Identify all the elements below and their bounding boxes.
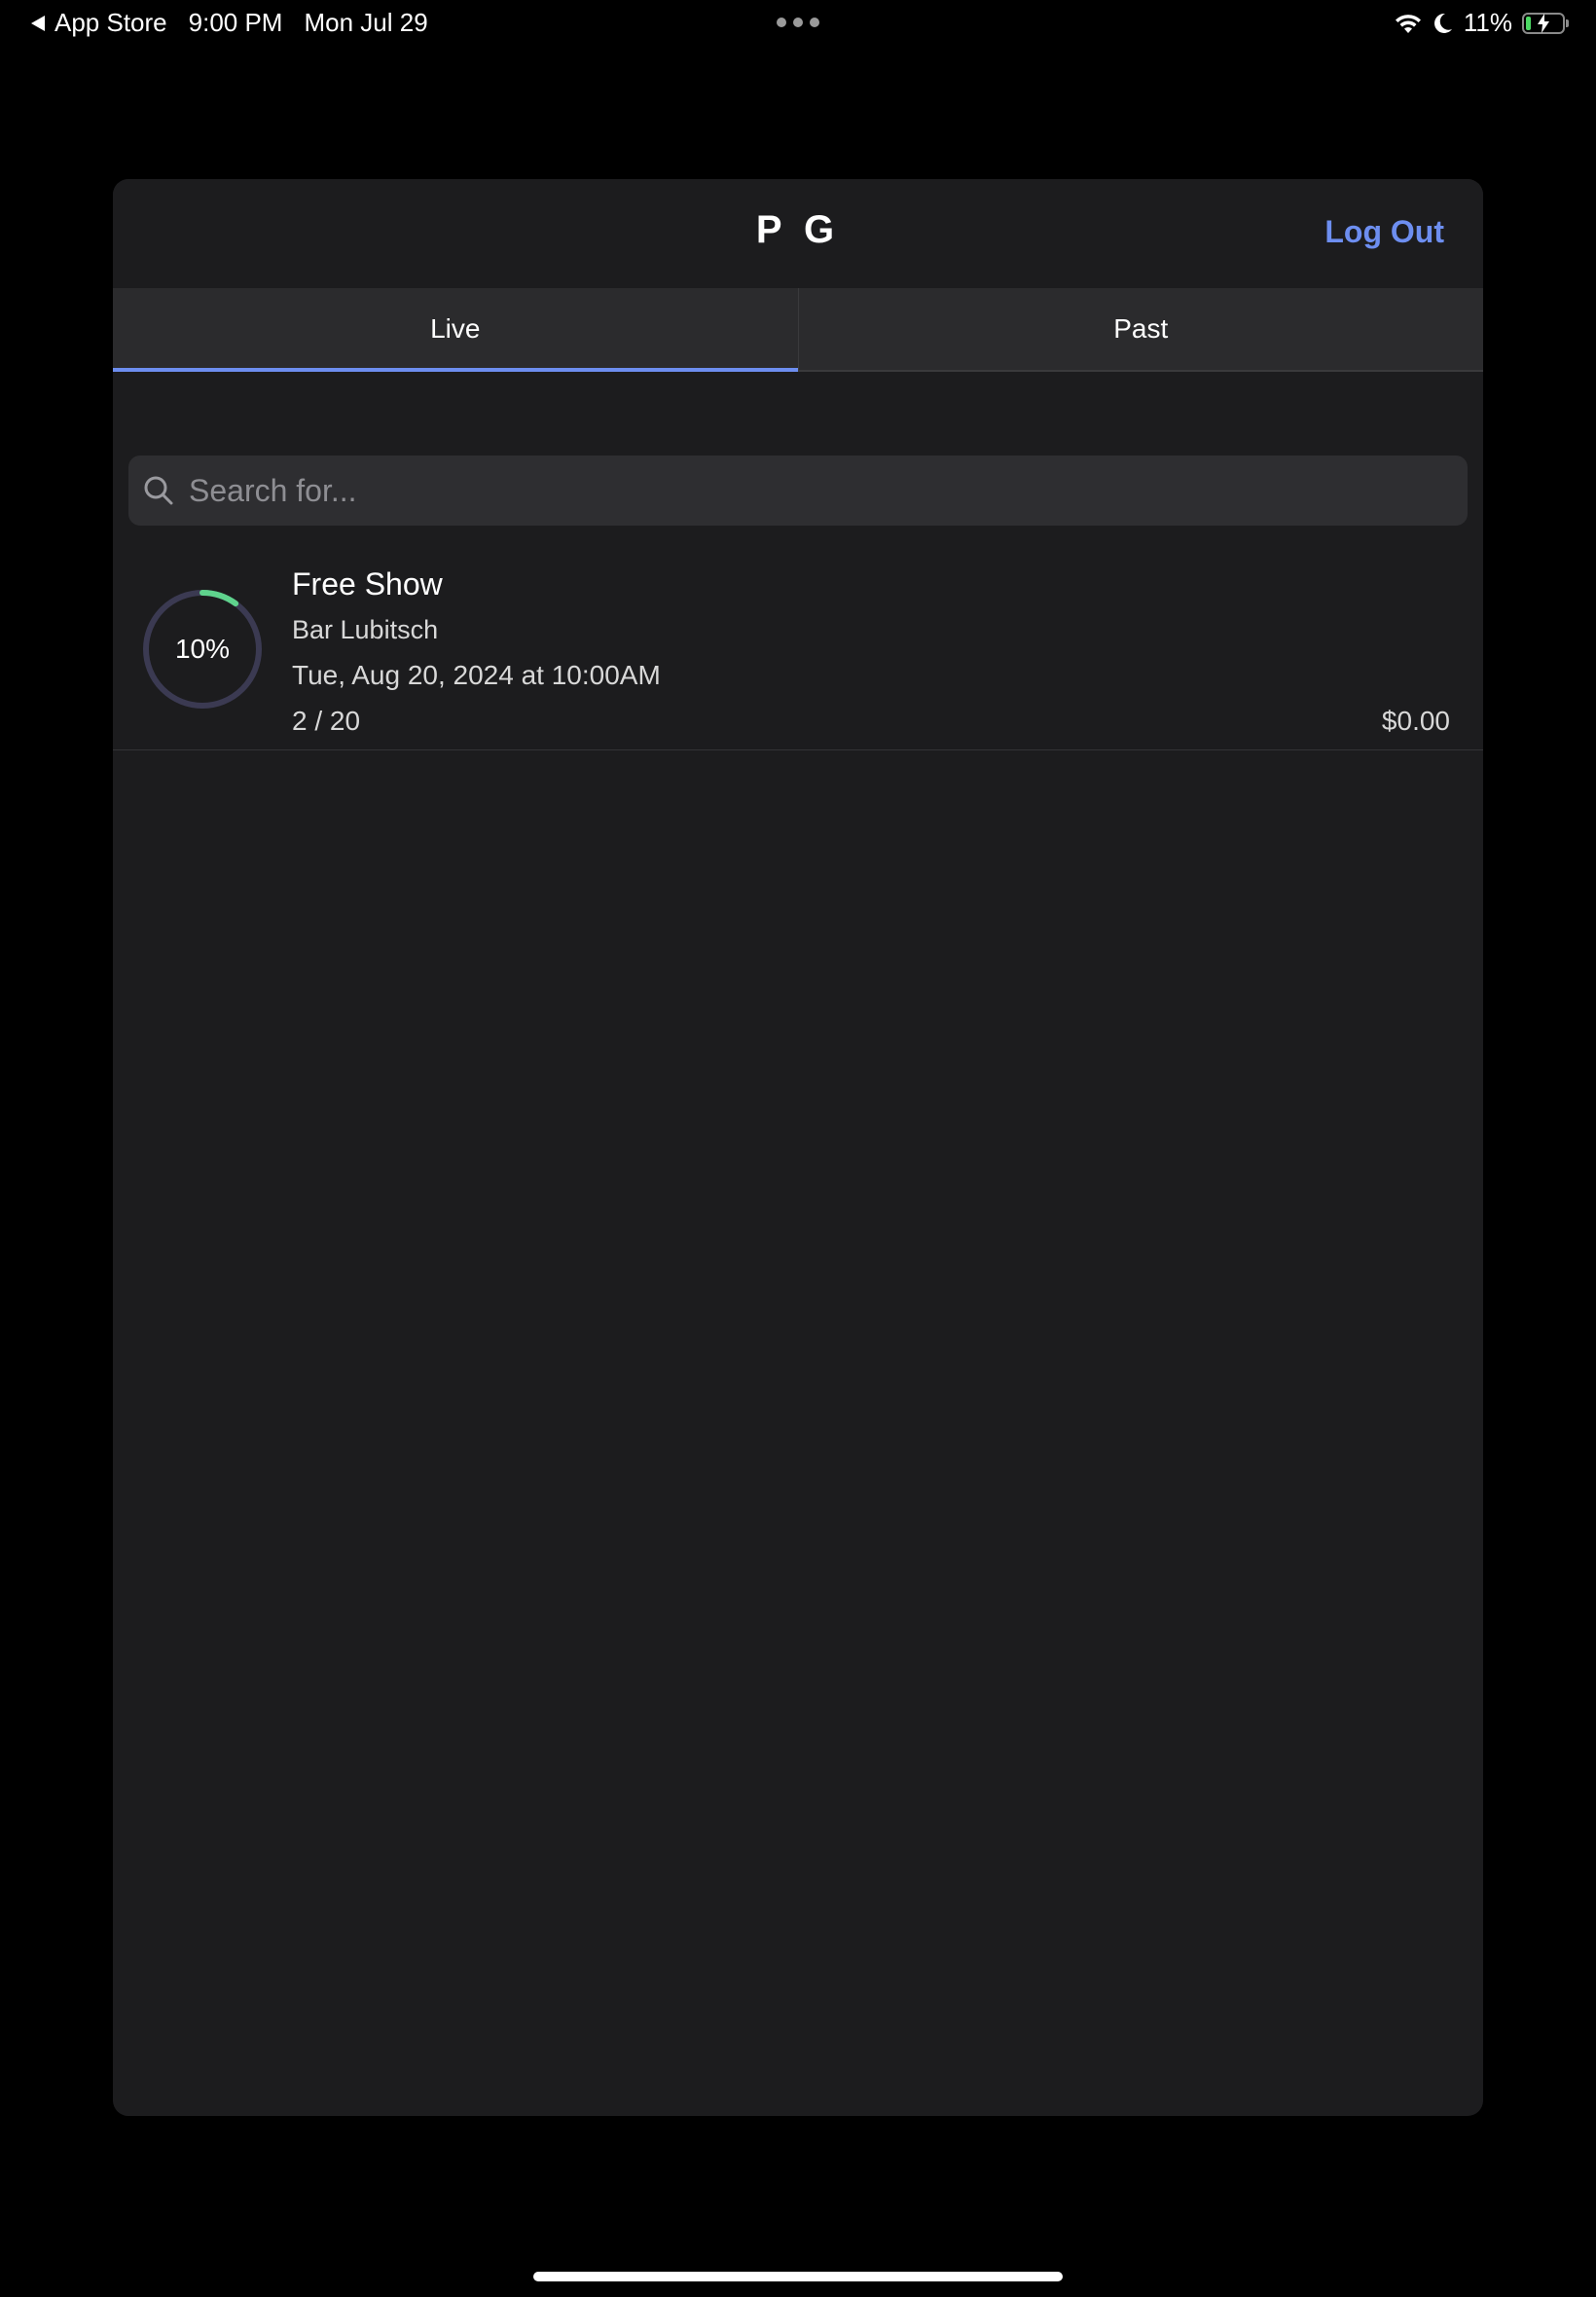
home-indicator[interactable] (533, 2272, 1063, 2281)
logout-button[interactable]: Log Out (1324, 214, 1444, 250)
tab-past[interactable]: Past (797, 288, 1484, 370)
progress-percent: 10% (174, 634, 231, 664)
multitasking-dots-icon[interactable] (777, 18, 819, 27)
dot (810, 18, 819, 27)
moon-icon (1433, 12, 1454, 35)
tickets-sold-count: 2 / 20 (292, 706, 361, 736)
event-title: Free Show (292, 566, 443, 602)
dot (777, 18, 786, 27)
battery-level (1526, 16, 1531, 30)
tab-bar: Live Past (113, 288, 1483, 372)
status-bar: App Store 9:00 PM Mon Jul 29 11% (0, 0, 1596, 47)
event-price: $0.00 (1381, 706, 1450, 736)
battery-percent: 11% (1463, 8, 1512, 37)
battery-tip (1566, 18, 1569, 27)
search-bar[interactable] (128, 456, 1468, 526)
status-left: App Store 9:00 PM Mon Jul 29 (31, 8, 428, 38)
page-title: P G (755, 208, 841, 251)
back-arrow-icon[interactable] (31, 15, 45, 31)
search-input[interactable] (187, 471, 1468, 510)
event-list-item[interactable]: 10% Free Show Bar Lubitsch Tue, Aug 20, … (113, 557, 1483, 750)
app-screen: App Store 9:00 PM Mon Jul 29 11% P G Log… (0, 0, 1596, 2297)
events-card: P G Log Out Live Past 10% Free Show Ba (113, 179, 1483, 2116)
header: P G Log Out (113, 179, 1483, 288)
dot (793, 18, 803, 27)
back-to-app-store-link[interactable]: App Store (54, 8, 167, 38)
status-time: 9:00 PM (188, 8, 283, 37)
status-right: 11% (1394, 8, 1569, 38)
tab-live[interactable]: Live (113, 288, 798, 372)
event-datetime: Tue, Aug 20, 2024 at 10:00AM (292, 660, 661, 690)
wifi-icon (1394, 12, 1423, 35)
event-venue: Bar Lubitsch (292, 615, 439, 644)
status-date: Mon Jul 29 (304, 8, 428, 37)
bolt-icon (1538, 13, 1549, 33)
battery-charging-icon (1522, 12, 1565, 34)
search-icon (142, 474, 175, 507)
